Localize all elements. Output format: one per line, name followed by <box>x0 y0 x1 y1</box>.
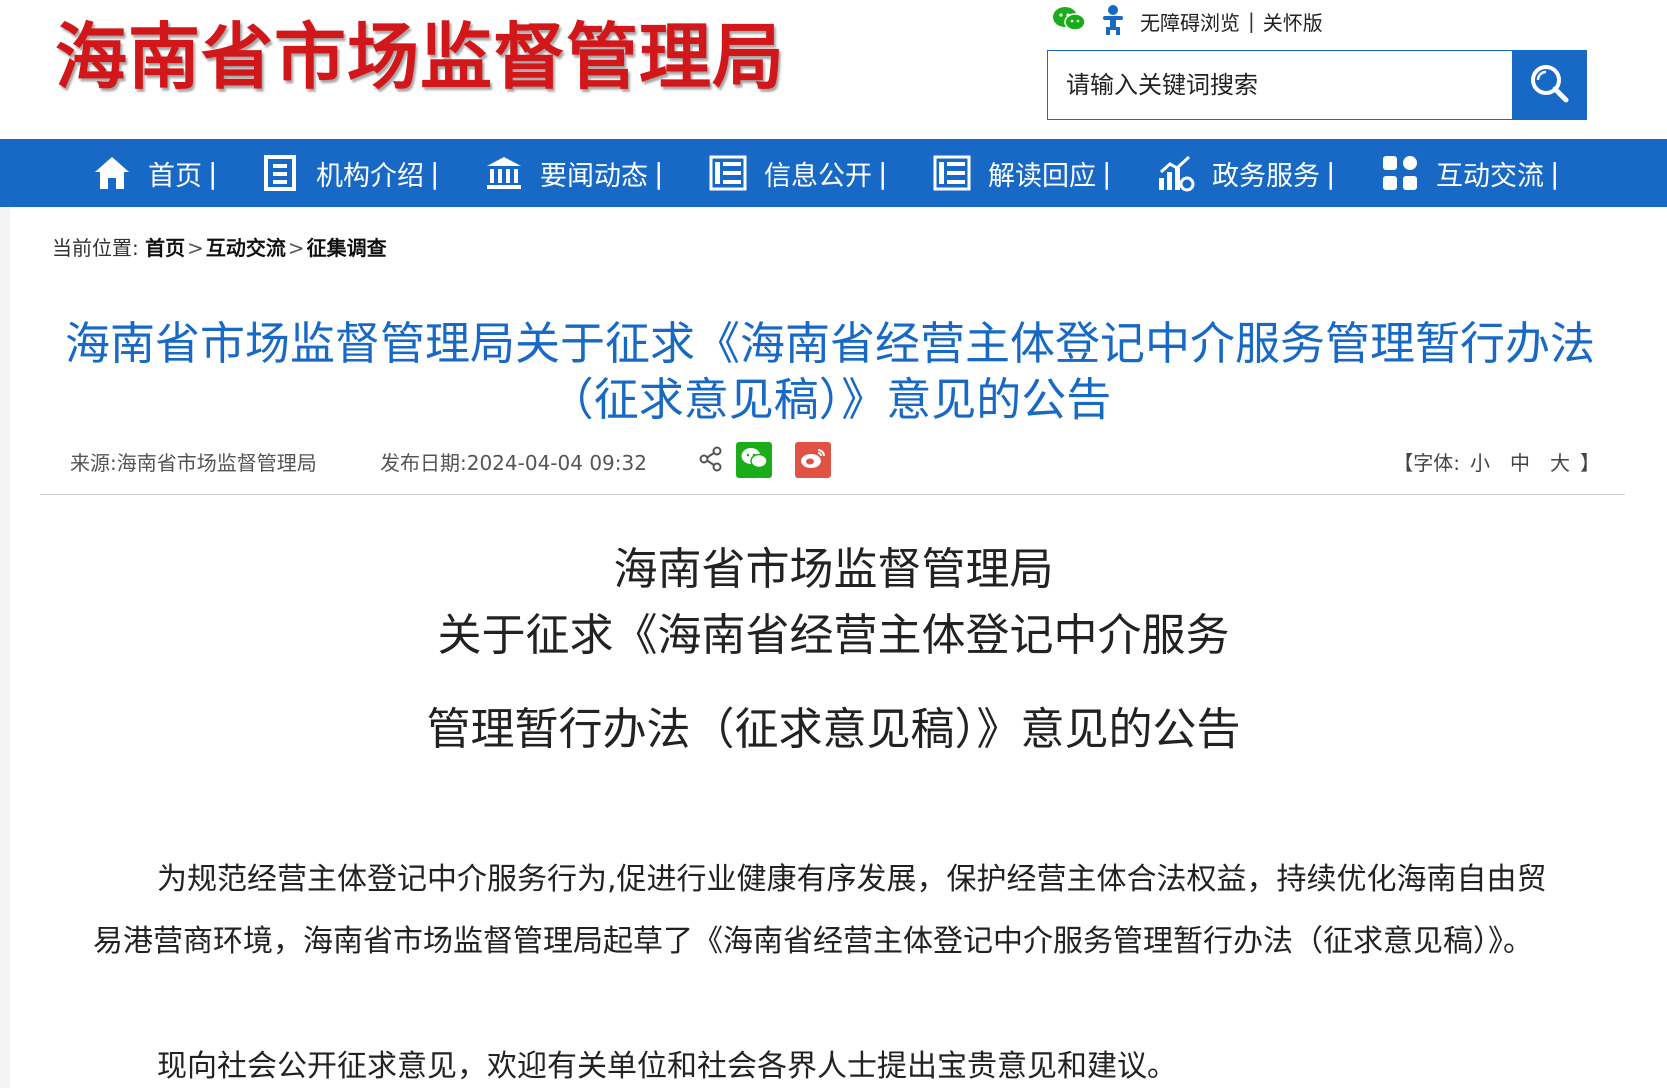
nav-item-gov-service[interactable]: 政务服务 | <box>1156 139 1335 207</box>
building-icon <box>260 153 300 193</box>
page-title: 海南省市场监督管理局关于征求《海南省经营主体登记中介服务管理暂行办法（征求意见稿… <box>64 317 1595 426</box>
breadcrumb-separator: > <box>287 236 305 260</box>
share-weibo-button[interactable] <box>795 442 831 478</box>
list-icon <box>932 153 972 193</box>
font-size-label-close: 】 <box>1580 451 1600 475</box>
top-links: 无障碍浏览 | 关怀版 <box>1052 4 1323 38</box>
search-box <box>1047 50 1587 120</box>
site-logo[interactable]: 海南省市场监督管理局 <box>55 14 785 100</box>
body-paragraph: 现向社会公开征求意见，欢迎有关单位和社会各界人士提出宝贵意见和建议。 <box>157 1049 1177 1084</box>
care-mode-link[interactable]: 关怀版 <box>1263 7 1323 36</box>
nav-label: 解读回应 <box>988 160 1096 192</box>
article-source: 来源:海南省市场监督管理局 <box>70 451 317 475</box>
nav-separator: | <box>878 156 888 190</box>
nav-separator: | <box>430 156 440 190</box>
meta-divider <box>40 494 1625 495</box>
nav-item-news[interactable]: 要闻动态 | <box>484 139 663 207</box>
nav-item-interpretation[interactable]: 解读回应 | <box>932 139 1111 207</box>
chart-icon <box>1156 153 1196 193</box>
nav-item-info-disclosure[interactable]: 信息公开 | <box>708 139 887 207</box>
bank-icon <box>484 153 524 193</box>
font-size-medium[interactable]: 中 <box>1510 451 1530 475</box>
nav-label: 首页 <box>148 160 202 192</box>
breadcrumb-survey[interactable]: 征集调查 <box>307 236 387 260</box>
nav-item-home[interactable]: 首页 | <box>92 139 217 207</box>
nav-item-about[interactable]: 机构介绍 | <box>260 139 439 207</box>
nav-label: 要闻动态 <box>540 160 648 192</box>
article-meta: 来源:海南省市场监督管理局 发布日期:2024-04-04 09:32 【字体:… <box>70 442 1600 478</box>
list-icon <box>708 153 748 193</box>
nav-separator: | <box>1550 156 1560 190</box>
nav-label: 机构介绍 <box>316 160 424 192</box>
breadcrumb-home[interactable]: 首页 <box>145 236 185 260</box>
nav-label: 政务服务 <box>1212 160 1320 192</box>
document-heading-line: 海南省市场监督管理局 <box>613 544 1054 595</box>
document-heading-line: 关于征求《海南省经营主体登记中介服务 <box>437 610 1230 661</box>
body-paragraph: 为规范经营主体登记中介服务行为,促进行业健康有序发展，保护经营主体合法权益，持续… <box>93 862 1547 959</box>
search-icon <box>1528 62 1570 108</box>
nav-label: 信息公开 <box>764 160 872 192</box>
font-size-control: 【字体: 小中大】 <box>1393 447 1600 476</box>
accessibility-link[interactable]: 无障碍浏览 <box>1140 7 1240 36</box>
nav-label: 互动交流 <box>1436 160 1544 192</box>
font-size-small[interactable]: 小 <box>1470 451 1490 475</box>
font-size-large[interactable]: 大 <box>1550 451 1570 475</box>
breadcrumb-interaction[interactable]: 互动交流 <box>206 236 286 260</box>
nav-item-interaction[interactable]: 互动交流 | <box>1380 139 1559 207</box>
breadcrumb-prefix: 当前位置: <box>52 236 139 260</box>
article-date: 发布日期:2024-04-04 09:32 <box>380 451 647 475</box>
document-heading-line: 管理暂行办法（征求意见稿）》意见的公告 <box>426 704 1241 755</box>
share-wechat-button[interactable] <box>736 442 772 478</box>
main-nav: 首页 | 机构介绍 | 要闻动态 | 信息公开 | 解读回应 | 政务服务 | <box>0 139 1667 207</box>
font-size-label: 【字体: <box>1393 451 1460 475</box>
grid-icon <box>1380 153 1420 193</box>
share-icon[interactable] <box>698 446 724 477</box>
nav-separator: | <box>654 156 664 190</box>
wechat-icon <box>740 446 768 475</box>
nav-separator: | <box>1102 156 1112 190</box>
wechat-icon[interactable] <box>1052 5 1086 38</box>
search-input[interactable] <box>1048 51 1512 119</box>
home-icon <box>92 153 132 193</box>
search-button[interactable] <box>1512 51 1586 119</box>
nav-separator: | <box>1326 156 1336 190</box>
top-links-separator: | <box>1248 9 1255 33</box>
nav-separator: | <box>208 156 218 190</box>
breadcrumb: 当前位置: 首页 > 互动交流 > 征集调查 <box>52 232 387 261</box>
accessibility-icon[interactable] <box>1098 3 1128 40</box>
breadcrumb-separator: > <box>187 236 204 260</box>
weibo-icon <box>799 446 827 475</box>
site-header: 海南省市场监督管理局 无障碍浏览 | 关怀版 <box>0 0 1667 139</box>
